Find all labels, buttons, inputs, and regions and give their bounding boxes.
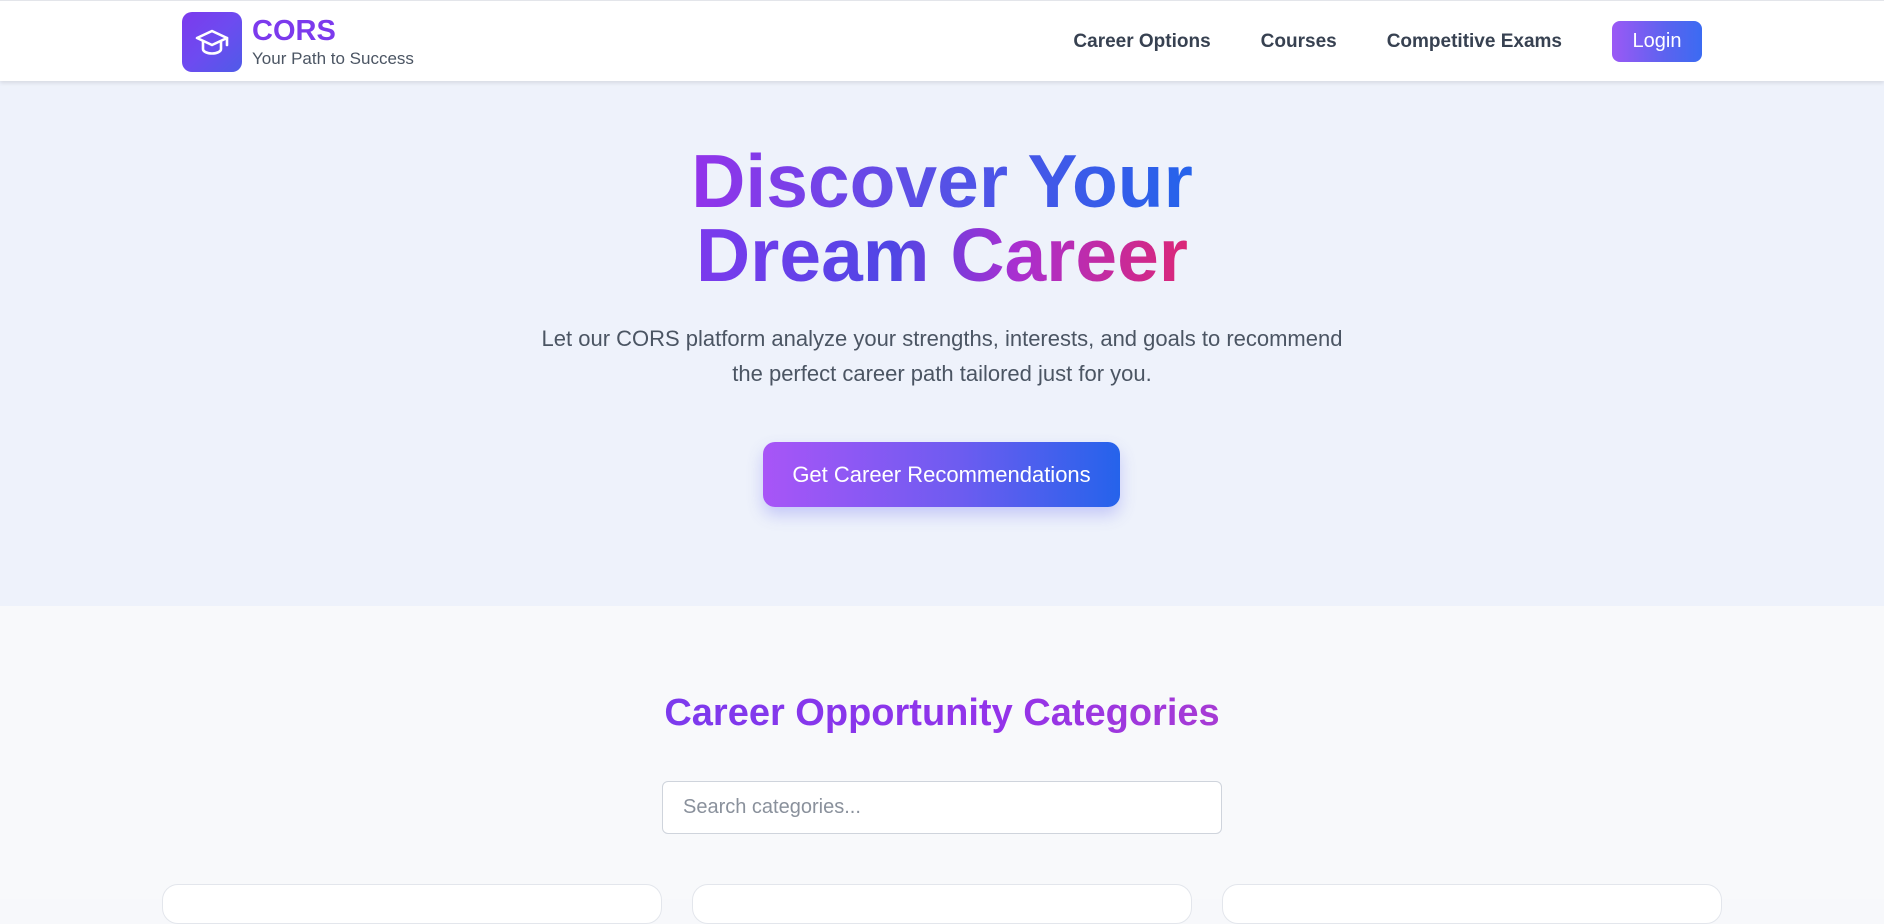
hero-section: Discover Your Dream Career Let our CORS … [0, 81, 1884, 606]
brand-name: CORS [252, 14, 336, 47]
brand-text: CORS Your Path to Success [252, 15, 414, 70]
login-button[interactable]: Login [1612, 21, 1702, 62]
nav-link-competitive-exams[interactable]: Competitive Exams [1387, 31, 1562, 53]
nav-links: Career Options Courses Competitive Exams… [1073, 21, 1702, 62]
nav-link-career-options[interactable]: Career Options [1073, 31, 1210, 53]
categories-heading-text: Career Opportunity Categories [664, 689, 1219, 737]
category-card[interactable] [692, 884, 1192, 924]
category-search-input[interactable] [662, 781, 1222, 834]
hero-title-line1: Discover Your [691, 139, 1193, 223]
hero-subtitle-line2: the perfect career path tailored just fo… [732, 361, 1152, 386]
hero-title-line2: Dream Career [696, 213, 1188, 297]
category-card[interactable] [162, 884, 662, 924]
top-navbar: CORS Your Path to Success Career Options… [0, 0, 1884, 81]
categories-heading: Career Opportunity Categories [0, 689, 1884, 737]
hero-subtitle: Let our CORS platform analyze your stren… [522, 321, 1362, 391]
brand-tagline: Your Path to Success [252, 48, 414, 68]
hero-title: Discover Your Dream Career [0, 139, 1884, 297]
get-career-recommendations-button[interactable]: Get Career Recommendations [763, 442, 1120, 507]
hero-subtitle-line1: Let our CORS platform analyze your stren… [541, 326, 1343, 351]
brand[interactable]: CORS Your Path to Success [182, 12, 414, 72]
graduation-cap-icon [182, 12, 242, 72]
categories-section: Career Opportunity Categories [0, 606, 1884, 924]
nav-link-courses[interactable]: Courses [1261, 31, 1337, 53]
category-card[interactable] [1222, 884, 1722, 924]
